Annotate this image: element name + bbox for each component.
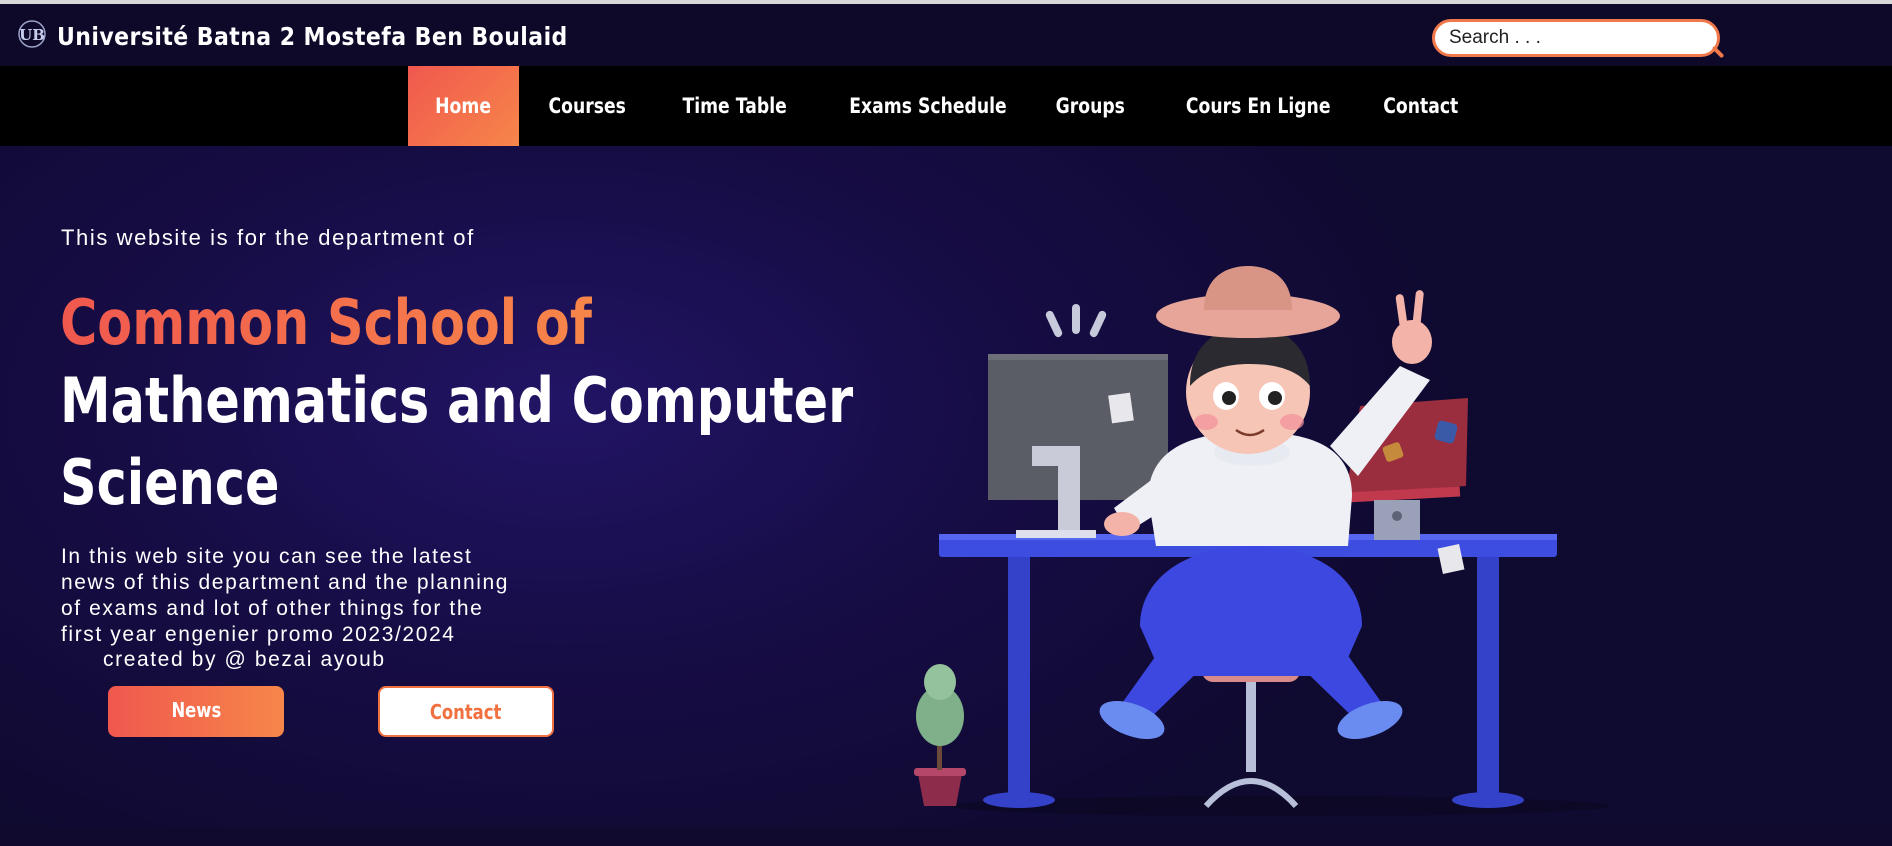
- nav-item-cours-en-ligne[interactable]: Cours En Ligne: [1170, 66, 1338, 146]
- nav-item-time-table[interactable]: Time Table: [670, 66, 800, 146]
- university-logo-icon: UB: [18, 20, 46, 48]
- hero-headline-accent: Common School of: [60, 286, 592, 359]
- nav-item-courses[interactable]: Courses: [534, 66, 640, 146]
- nav-item-contact[interactable]: Contact: [1373, 66, 1469, 146]
- hero-intro-text: This website is for the department of: [61, 225, 475, 250]
- hero-section: This website is for the department of Co…: [0, 146, 1892, 827]
- top-header: UB Université Batna 2 Mostefa Ben Boulai…: [0, 4, 1892, 66]
- hero-description: In this web site you can see the latest …: [61, 544, 581, 648]
- contact-button[interactable]: Contact: [378, 686, 554, 737]
- news-button[interactable]: News: [108, 686, 284, 737]
- stool-icon: [1202, 660, 1300, 809]
- description-line: first year engenier promo 2023/2024: [61, 623, 456, 646]
- student-at-desk-illustration: [914, 266, 1610, 816]
- search-box: [1432, 19, 1725, 61]
- author-credit: created by @ bezai ayoub: [103, 648, 386, 671]
- hero-headline-line3: Science: [60, 446, 280, 519]
- main-navigation: Home Courses Time Table Exams Schedule G…: [0, 66, 1892, 146]
- description-line: In this web site you can see the latest: [61, 545, 473, 568]
- search-input[interactable]: [1432, 19, 1720, 57]
- description-line: news of this department and the planning: [61, 571, 510, 594]
- site-title[interactable]: Université Batna 2 Mostefa Ben Boulaid: [57, 22, 568, 51]
- nav-item-groups[interactable]: Groups: [1043, 66, 1137, 146]
- description-line: of exams and lot of other things for the: [61, 597, 484, 620]
- plant-icon: [914, 664, 966, 806]
- svg-text:UB: UB: [19, 26, 45, 44]
- nav-item-home[interactable]: Home: [408, 66, 519, 146]
- hero-headline-line2: Mathematics and Computer: [60, 364, 854, 437]
- nav-item-exams-schedule[interactable]: Exams Schedule: [832, 66, 1010, 146]
